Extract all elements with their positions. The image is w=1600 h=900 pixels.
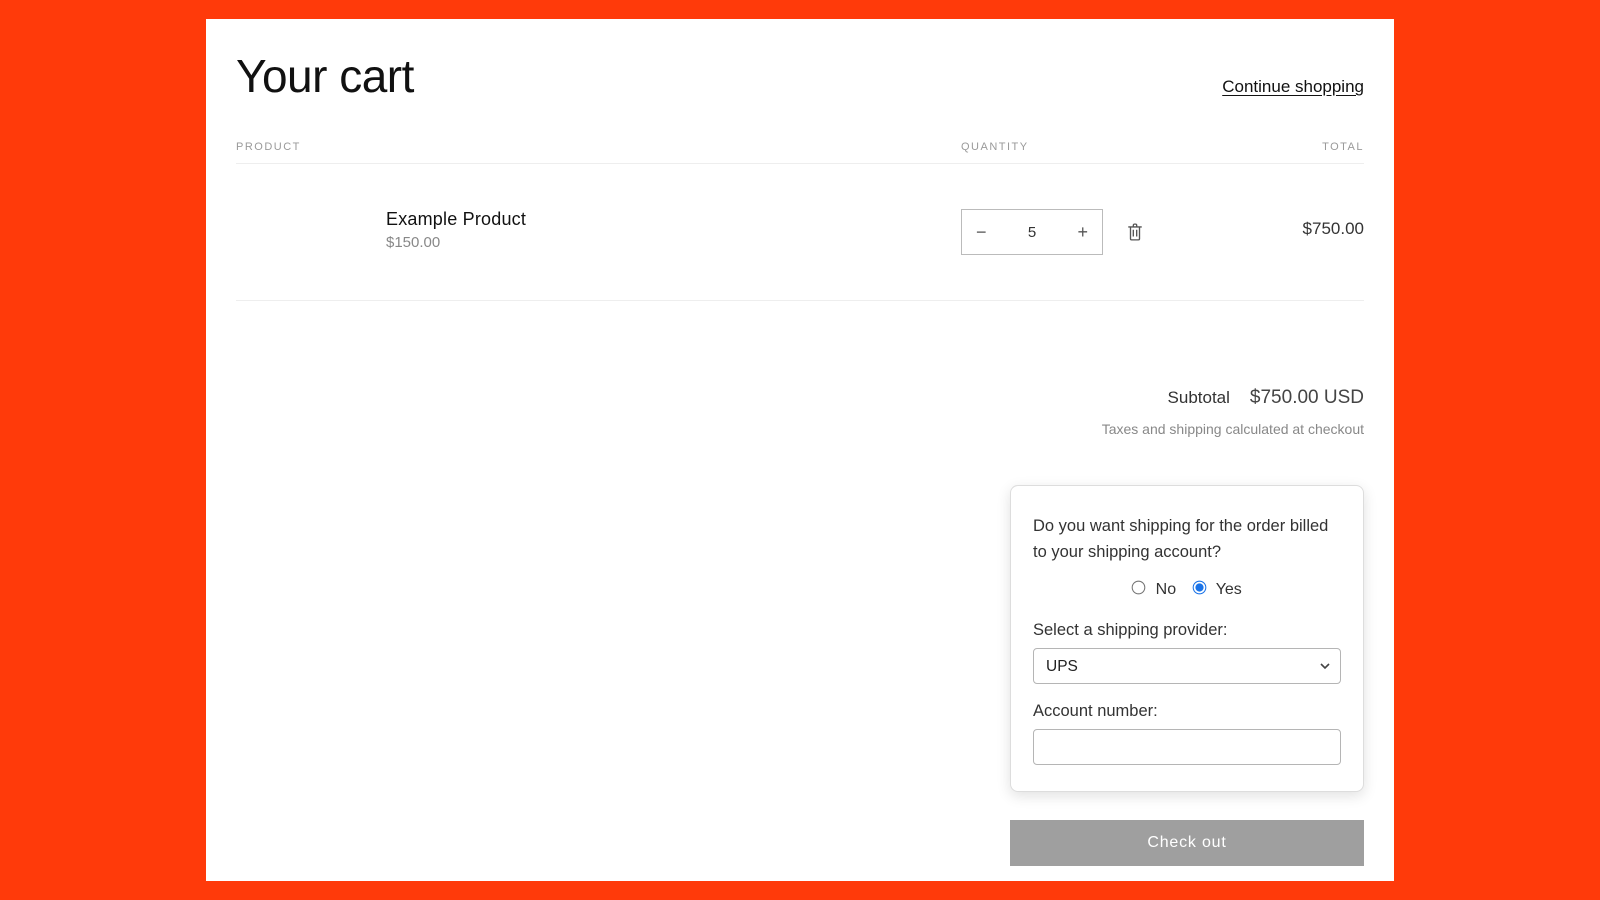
account-number-input[interactable]: [1033, 729, 1341, 765]
shipping-provider-select[interactable]: UPS: [1033, 648, 1341, 684]
remove-item-button[interactable]: [1123, 219, 1147, 245]
column-header-quantity: Quantity: [961, 141, 1171, 153]
provider-label: Select a shipping provider:: [1033, 621, 1341, 640]
account-number-label: Account number:: [1033, 702, 1341, 721]
shipping-option-no[interactable]: No: [1132, 581, 1180, 598]
page-title: Your cart: [236, 49, 414, 103]
product-name: Example Product: [386, 209, 961, 230]
subtotal-row: Subtotal $750.00 USD: [1168, 387, 1364, 409]
checkout-button[interactable]: Check out: [1010, 820, 1364, 866]
shipping-account-card: Do you want shipping for the order bille…: [1010, 485, 1364, 792]
cart-page: Your cart Continue shopping Product Quan…: [206, 19, 1394, 881]
decrease-quantity-button[interactable]: −: [976, 223, 987, 241]
shipping-radio-group: No Yes: [1033, 581, 1341, 599]
increase-quantity-button[interactable]: +: [1077, 223, 1088, 241]
trash-icon: [1127, 223, 1143, 241]
column-header-total: Total: [1171, 141, 1364, 153]
radio-no[interactable]: [1132, 581, 1146, 595]
summary-section: Subtotal $750.00 USD Taxes and shipping …: [236, 301, 1364, 866]
provider-select-wrap: UPS: [1033, 648, 1341, 684]
cart-item-controls: − 5 +: [961, 209, 1171, 255]
shipping-question: Do you want shipping for the order bille…: [1033, 514, 1341, 565]
line-total: $750.00: [1171, 209, 1364, 239]
continue-shopping-link[interactable]: Continue shopping: [1222, 77, 1364, 103]
cart-item-row: Example Product $150.00 − 5 + $750.00: [236, 164, 1364, 301]
radio-no-label: No: [1156, 581, 1176, 598]
product-unit-price: $150.00: [386, 234, 961, 251]
quantity-stepper: − 5 +: [961, 209, 1103, 255]
shipping-option-yes[interactable]: Yes: [1193, 581, 1242, 598]
subtotal-value: $750.00 USD: [1250, 387, 1364, 409]
radio-yes[interactable]: [1192, 581, 1206, 595]
radio-yes-label: Yes: [1216, 581, 1242, 598]
tax-shipping-note: Taxes and shipping calculated at checkou…: [1102, 421, 1364, 437]
cart-item-product: Example Product $150.00: [236, 209, 961, 251]
column-headers: Product Quantity Total: [236, 141, 1364, 164]
subtotal-label: Subtotal: [1168, 388, 1230, 408]
column-header-product: Product: [236, 141, 961, 153]
quantity-value: 5: [1028, 224, 1036, 241]
cart-header: Your cart Continue shopping: [236, 49, 1364, 103]
